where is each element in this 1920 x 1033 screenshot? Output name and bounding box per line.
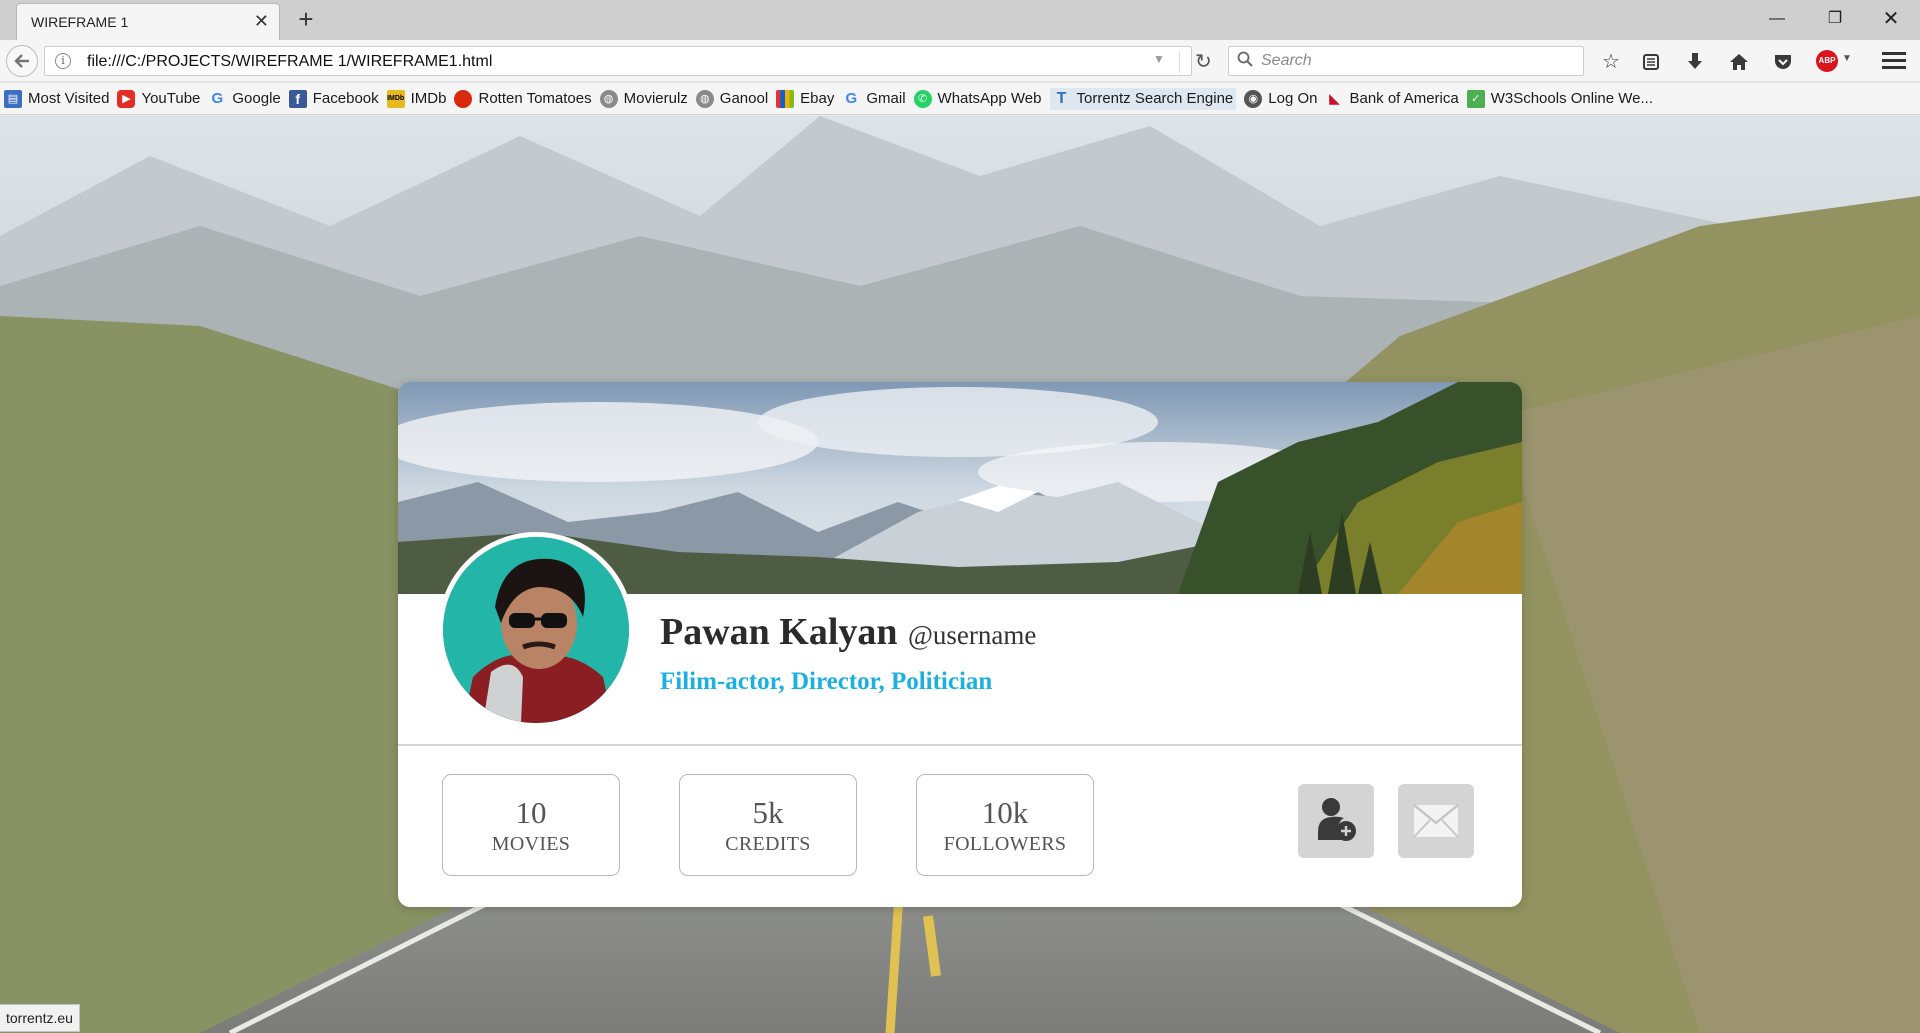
bookmark-label: WhatsApp Web [937,90,1042,107]
follow-button[interactable] [1298,784,1374,858]
bookmark-label: YouTube [141,90,201,107]
ebay-icon [776,89,795,108]
profile-username[interactable]: @username [908,620,1036,650]
close-window-button[interactable]: ✕ [1868,4,1914,34]
stat-followers[interactable]: 10k FOLLOWERS [916,774,1094,876]
bookmark-label: Torrentz Search Engine [1076,90,1234,107]
bookmark-label: Ebay [800,90,835,107]
card-divider [398,744,1522,746]
tab-strip: WIREFRAME 1 ✕ + — ❐ ✕ [0,0,1920,40]
logon-icon: ◉ [1244,89,1263,108]
bookmark-whatsapp-web[interactable]: ✆ WhatsApp Web [913,89,1042,108]
stat-value: 10 [515,795,547,830]
bookmark-label: W3Schools Online We... [1490,90,1653,107]
profile-role: Filim-actor, Director, Politician [660,668,993,695]
globe-icon: ◍ [599,89,618,108]
restore-button[interactable]: ❐ [1812,4,1858,34]
search-bar[interactable] [1228,46,1584,76]
bookmark-ganool[interactable]: ◍ Ganool [695,89,769,108]
add-user-icon [1318,798,1356,841]
stat-label: MOVIES [491,833,571,855]
close-tab-icon[interactable]: ✕ [254,12,269,30]
stat-label: FOLLOWERS [943,833,1067,855]
bookmark-label: Movierulz [623,90,688,107]
google-icon: G [845,90,858,107]
home-icon[interactable] [1724,48,1754,76]
globe-icon: ◍ [695,89,714,108]
page-viewport: Pawan Kalyan @username Filim-actor, Dire… [0,116,1920,1033]
url-history-dropdown-icon[interactable]: ▼ [1153,52,1165,66]
bookmark-label: Google [232,90,281,107]
url-text[interactable]: file:///C:/PROJECTS/WIREFRAME 1/WIREFRAM… [87,53,492,71]
hamburger-menu-icon[interactable] [1880,48,1908,74]
bookmark-log-on[interactable]: ◉ Log On [1244,89,1318,108]
stat-value: 10k [981,795,1029,830]
minimize-button[interactable]: — [1754,4,1800,34]
envelope-icon [1413,804,1459,838]
new-tab-button[interactable]: + [292,4,320,34]
bookmark-google[interactable]: G Google [208,90,281,108]
stat-credits[interactable]: 5k CREDITS [679,774,857,876]
url-separator [1179,51,1180,73]
stat-value: 5k [752,795,784,830]
bookmark-movierulz[interactable]: ◍ Movierulz [599,89,688,108]
bookmark-label: Log On [1268,90,1318,107]
navigation-toolbar: i file:///C:/PROJECTS/WIREFRAME 1/WIREFR… [0,40,1920,82]
bookmark-label: Ganool [719,90,769,107]
bookmark-most-visited[interactable]: ▤ Most Visited [4,89,110,108]
adblock-icon[interactable]: ABP [1816,50,1838,72]
stat-label: CREDITS [725,833,811,855]
profile-photo [443,537,629,723]
bookmark-torrentz[interactable]: T Torrentz Search Engine [1049,87,1237,110]
whatsapp-icon: ✆ [913,89,932,108]
bookmark-facebook[interactable]: f Facebook [288,89,379,108]
bookmark-bank-of-america[interactable]: ◣ Bank of America [1325,90,1459,108]
search-icon [1237,51,1253,67]
most-visited-icon: ▤ [4,89,22,108]
google-icon: G [211,90,224,107]
bookmark-label: Facebook [312,90,379,107]
bookmarks-toolbar: ▤ Most Visited ▶ YouTube G Google f Face… [0,83,1920,115]
adblock-dropdown-icon[interactable]: ▼ [1842,53,1852,64]
reload-icon[interactable]: ↻ [1195,49,1212,74]
back-button[interactable] [6,45,38,77]
status-bar: torrentz.eu [0,1004,80,1032]
w3schools-icon: ✓ [1466,89,1485,108]
message-button[interactable] [1398,784,1474,858]
bank-of-america-icon: ◣ [1329,90,1340,106]
bookmark-rotten-tomatoes[interactable]: Rotten Tomatoes [454,89,592,108]
avatar[interactable] [438,532,634,728]
site-info-icon[interactable]: i [55,53,71,69]
bookmark-star-icon[interactable]: ☆ [1596,48,1626,76]
bookmark-label: Bank of America [1349,90,1459,107]
youtube-icon: ▶ [117,89,136,108]
profile-name: Pawan Kalyan [660,611,898,653]
profile-card: Pawan Kalyan @username Filim-actor, Dire… [398,382,1522,907]
bookmark-youtube[interactable]: ▶ YouTube [117,89,201,108]
torrentz-icon: T [1056,89,1067,107]
stat-movies[interactable]: 10 MOVIES [442,774,620,876]
profile-header: Pawan Kalyan @username [660,610,1036,654]
search-input[interactable] [1261,51,1571,71]
imdb-icon: IMDb [386,89,405,108]
bookmark-label: IMDb [410,90,447,107]
bookmark-label: Most Visited [28,90,110,107]
bookmark-gmail[interactable]: G Gmail [842,90,906,108]
reading-list-icon[interactable] [1636,48,1666,76]
bookmark-label: Gmail [866,90,906,107]
bookmark-w3schools[interactable]: ✓ W3Schools Online We... [1466,89,1653,108]
back-arrow-icon [14,54,29,68]
pocket-icon[interactable] [1768,48,1798,76]
tab-title: WIREFRAME 1 [31,14,129,30]
tomato-icon [454,89,473,108]
bookmark-ebay[interactable]: Ebay [776,89,835,108]
address-bar[interactable]: i file:///C:/PROJECTS/WIREFRAME 1/WIREFR… [44,46,1212,76]
facebook-icon: f [288,89,307,108]
download-icon[interactable] [1680,48,1710,76]
browser-tab[interactable]: WIREFRAME 1 ✕ [16,3,280,40]
bookmark-imdb[interactable]: IMDb IMDb [386,89,447,108]
bookmark-label: Rotten Tomatoes [478,90,592,107]
